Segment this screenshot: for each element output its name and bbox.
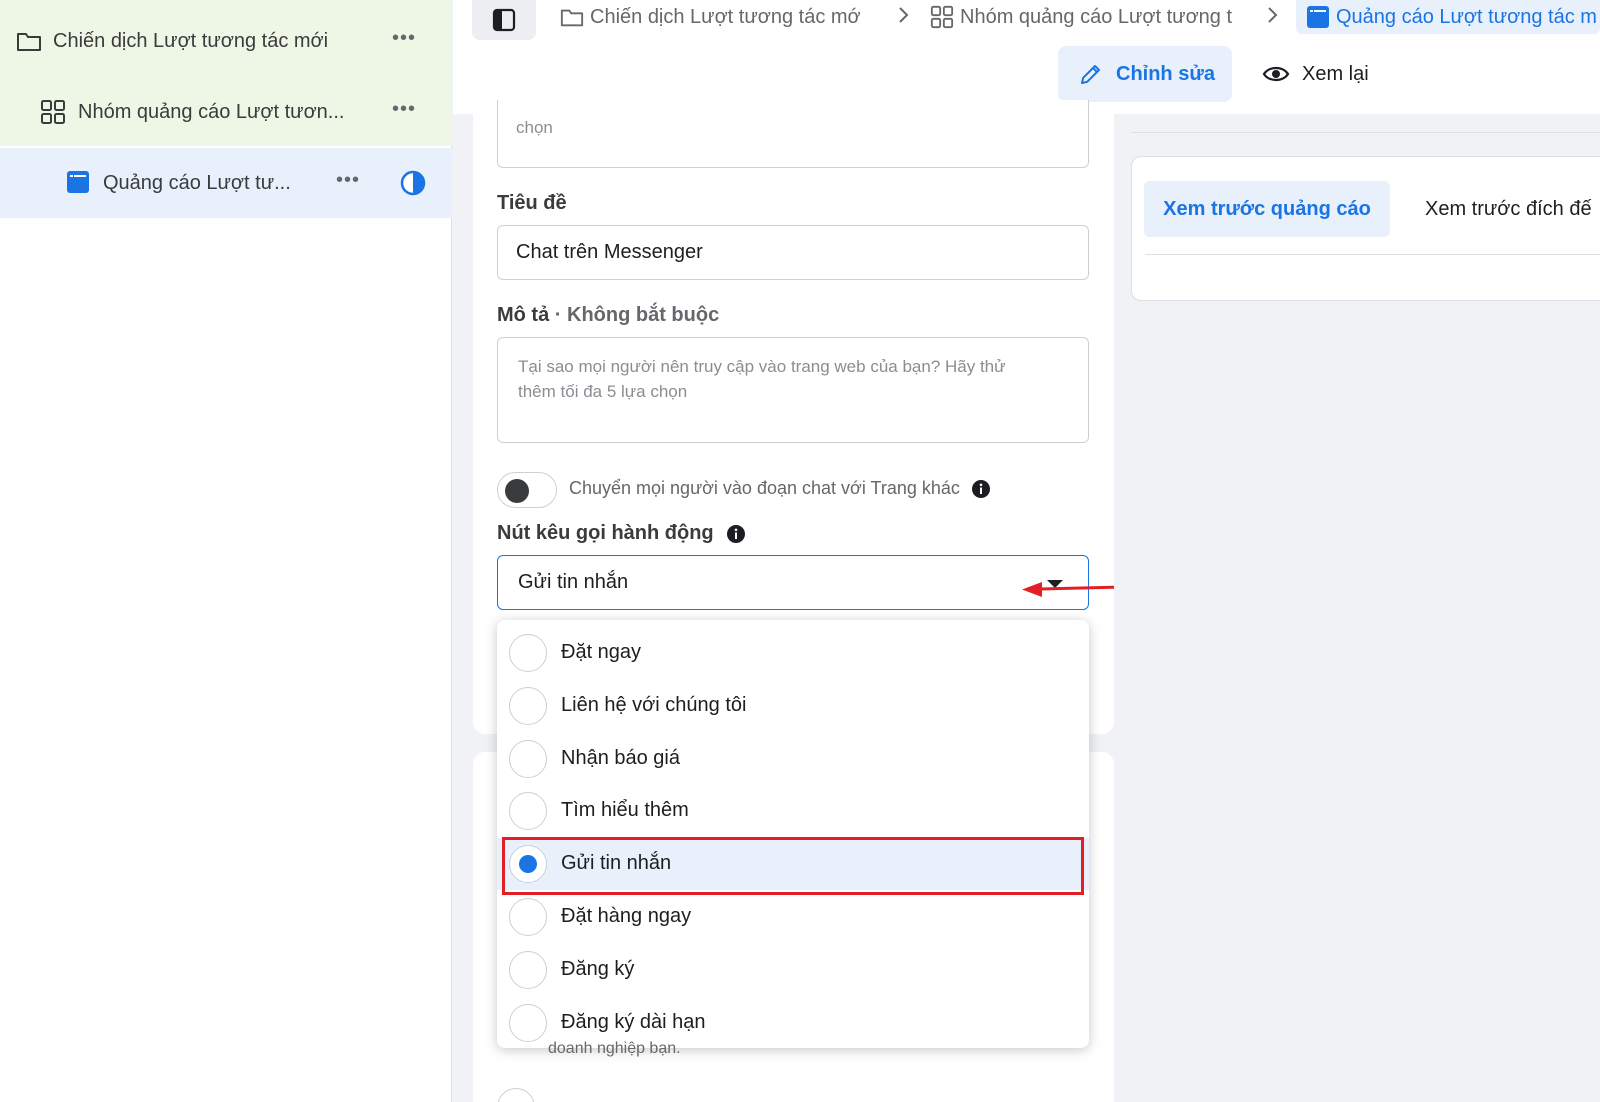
cta-option[interactable]: Liên hệ với chúng tôi — [497, 680, 1089, 732]
previous-field-text: chọn — [516, 118, 553, 137]
description-placeholder: Tại sao mọi người nên truy cập vào trang… — [518, 357, 1006, 401]
headline-label: Tiêu đề — [497, 192, 567, 214]
pencil-icon — [1081, 65, 1100, 84]
breadcrumb-ad-label: Quảng cáo Lượt tương tác m — [1336, 5, 1597, 28]
status-half-circle-icon — [400, 170, 426, 196]
headline-value: Chat trên Messenger — [516, 241, 703, 263]
tree-item-campaign-label: Chiến dịch Lượt tương tác mới — [53, 30, 329, 52]
tree-item-adset-label: Nhóm quảng cáo Lượt tươn... — [78, 101, 345, 123]
breadcrumb-ad[interactable]: Quảng cáo Lượt tương tác m — [1296, 0, 1600, 34]
info-icon[interactable] — [726, 524, 746, 544]
more-icon[interactable]: ••• — [392, 99, 416, 119]
tab-ad-preview[interactable]: Xem trước quảng cáo — [1144, 181, 1390, 237]
grid-icon — [41, 100, 65, 124]
toggle-knob — [505, 479, 529, 503]
cta-option-label: Đăng ký dài hạn — [561, 1010, 706, 1033]
edit-mode-label: Chỉnh sửa — [1116, 62, 1215, 85]
tree-item-ad-label: Quảng cáo Lượt tư... — [103, 172, 291, 194]
tab-destination-preview[interactable]: Xem trước đích đế — [1425, 181, 1592, 237]
breadcrumb-adset-label: Nhóm quảng cáo Lượt tương t — [960, 5, 1233, 28]
transfer-chat-label: Chuyển mọi người vào đoạn chat với Trang… — [569, 478, 960, 498]
radio-unselected[interactable] — [509, 898, 547, 936]
cta-option-label: Tìm hiểu thêm — [561, 799, 689, 822]
cta-option[interactable]: Tìm hiểu thêm — [497, 785, 1089, 837]
eye-icon — [1262, 66, 1290, 82]
radio-unselected[interactable] — [509, 1003, 547, 1042]
tree-item-ad[interactable]: Quảng cáo Lượt tư... ••• — [0, 148, 452, 218]
chevron-right-icon — [899, 7, 909, 23]
grid-icon — [930, 5, 954, 29]
transfer-chat-toggle[interactable] — [497, 472, 557, 508]
radio-unselected[interactable] — [509, 792, 547, 831]
annotation-highlight-box — [502, 837, 1084, 895]
breadcrumb-campaign-label: Chiến dịch Lượt tương tác mớ — [590, 5, 861, 28]
tree-item-adset[interactable]: Nhóm quảng cáo Lượt tươn... ••• — [0, 77, 452, 147]
description-textarea[interactable]: Tại sao mọi người nên truy cập vào trang… — [497, 337, 1089, 443]
description-label-separator: · — [549, 304, 567, 326]
more-icon[interactable]: ••• — [336, 170, 360, 190]
cta-option-label: Nhận báo giá — [561, 746, 680, 769]
review-mode-button[interactable]: Xem lại — [1262, 46, 1369, 102]
headline-input[interactable]: Chat trên Messenger — [497, 225, 1089, 280]
cta-select-value: Gửi tin nhắn — [518, 571, 629, 593]
chevron-right-icon — [1268, 7, 1278, 23]
ad-icon — [67, 171, 89, 193]
cta-option-label: Đăng ký — [561, 957, 635, 980]
description-optional-text: Không bắt buộc — [567, 304, 720, 326]
preview-divider — [1145, 254, 1600, 255]
radio-unselected[interactable] — [509, 634, 547, 672]
cta-option-label: Đặt ngay — [561, 641, 642, 663]
radio-unselected[interactable] — [509, 686, 547, 725]
cta-option[interactable]: Đặt hàng ngay — [497, 891, 1089, 943]
cta-dropdown-menu: Đặt ngay Liên hệ với chúng tôi Nhận báo gi… — [497, 620, 1089, 1048]
bottom-helper-text: doanh nghiệp bạn. — [548, 1040, 681, 1057]
cta-option-label: Liên hệ với chúng tôi — [561, 693, 747, 716]
cta-option[interactable]: Đặt ngay — [497, 627, 1089, 679]
radio-unselected[interactable] — [509, 950, 547, 989]
preview-top-divider — [1131, 132, 1600, 133]
toggle-sidebar-button[interactable] — [472, 0, 536, 40]
radio-unselected[interactable] — [509, 739, 547, 778]
cta-label: Nút kêu gọi hành động — [497, 522, 714, 544]
cta-select[interactable]: Gửi tin nhắn — [497, 555, 1089, 610]
previous-field-input[interactable]: chọn — [497, 100, 1089, 168]
edit-mode-button[interactable]: Chỉnh sửa — [1058, 46, 1232, 102]
sidebar: Chiến dịch Lượt tương tác mới ••• Nhóm q… — [0, 0, 452, 1102]
more-icon[interactable]: ••• — [392, 28, 416, 48]
ad-icon — [1307, 6, 1329, 28]
cta-option[interactable]: Đăng ký — [497, 944, 1089, 996]
cta-option[interactable]: Nhận báo giá — [497, 733, 1089, 785]
info-icon[interactable] — [971, 479, 991, 499]
folder-icon — [17, 33, 41, 51]
sidebar-panel-icon — [492, 8, 516, 32]
breadcrumb-campaign[interactable]: Chiến dịch Lượt tương tác mớ — [560, 0, 880, 34]
tree-item-campaign[interactable]: Chiến dịch Lượt tương tác mới ••• — [0, 6, 452, 76]
review-mode-label: Xem lại — [1302, 62, 1369, 85]
cta-option-label: Đặt hàng ngay — [561, 905, 692, 927]
breadcrumb-adset[interactable]: Nhóm quảng cáo Lượt tương t — [930, 0, 1252, 34]
description-label-text: Mô tả — [497, 304, 550, 326]
description-label: Mô tả · Không bắt buộc — [497, 304, 719, 327]
folder-icon — [560, 9, 584, 27]
